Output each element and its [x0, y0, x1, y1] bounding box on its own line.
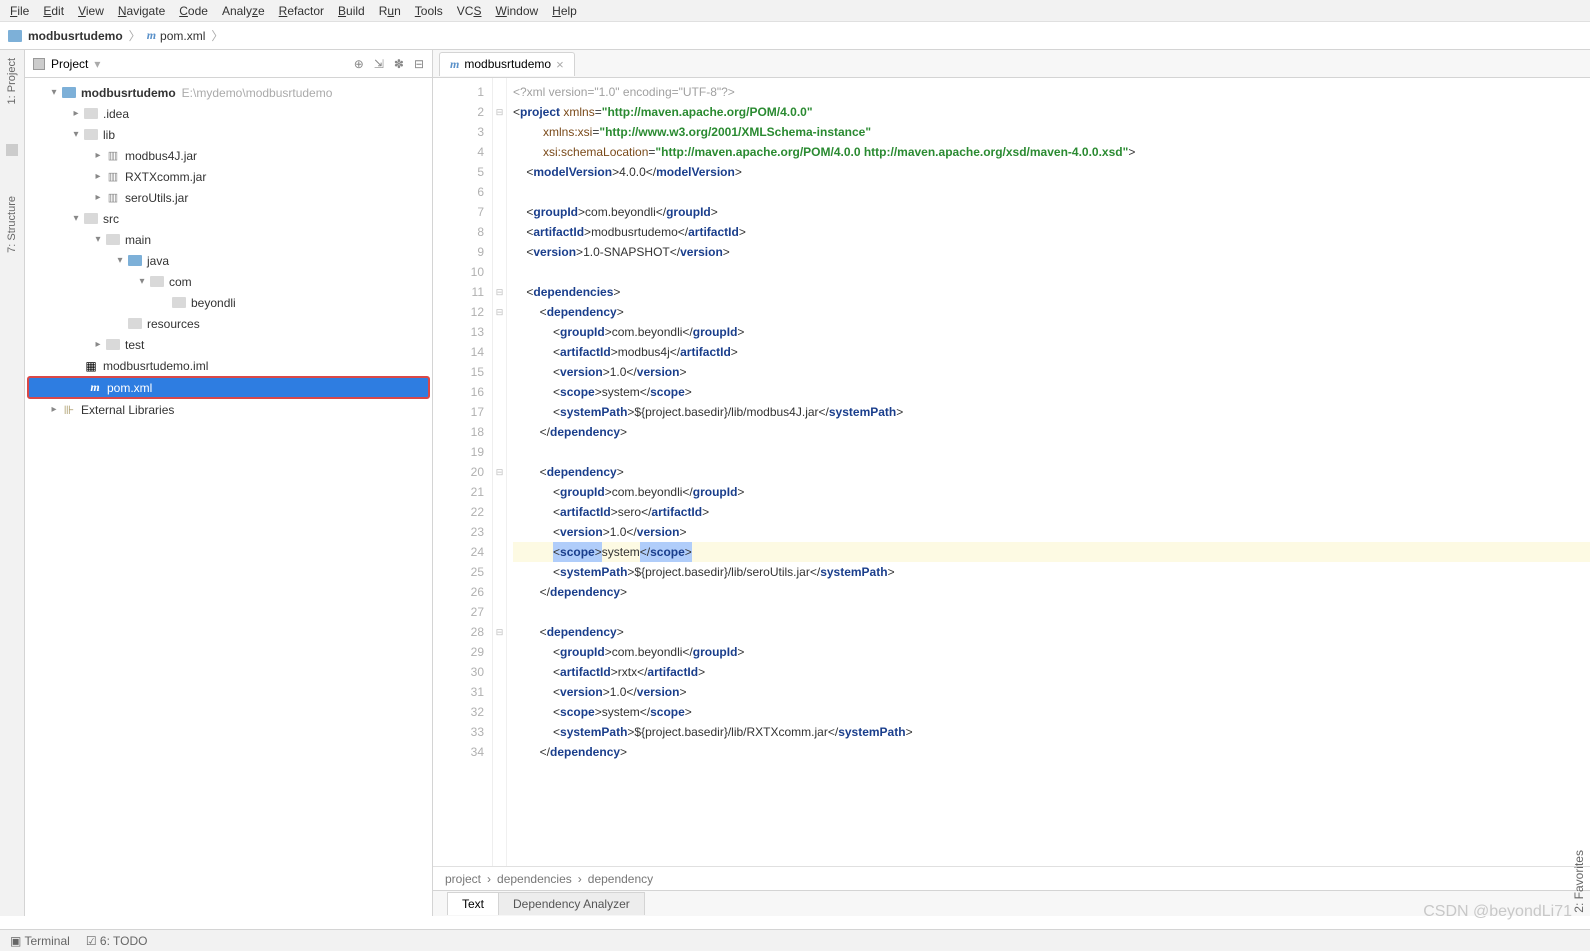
menu-tools[interactable]: Tools	[415, 4, 443, 18]
status-bar: ▣ Terminal ☑ 6: TODO	[0, 929, 1590, 951]
tool-project[interactable]: 1: Project	[6, 58, 18, 104]
tab-text[interactable]: Text	[447, 892, 499, 915]
gutter: 1234567891011121314151617181920212223242…	[433, 78, 493, 866]
tree-java[interactable]: ▾java	[25, 250, 432, 271]
nav-breadcrumb: modbusrtudemo 〉 m pom.xml 〉	[0, 22, 1590, 50]
code-area[interactable]: 1234567891011121314151617181920212223242…	[433, 78, 1590, 866]
tree-idea[interactable]: ▸.idea	[25, 103, 432, 124]
tree-resources[interactable]: resources	[25, 313, 432, 334]
menu-view[interactable]: View	[78, 4, 104, 18]
tree-jar2[interactable]: ▸▥RXTXcomm.jar	[25, 166, 432, 187]
fold-column[interactable]: ⊟⊟⊟⊟⊟	[493, 78, 507, 866]
crumb-file[interactable]: pom.xml	[160, 29, 205, 43]
bc-dependencies[interactable]: dependencies	[497, 872, 572, 886]
watermark: CSDN @beyondLi71	[1423, 903, 1572, 921]
tree-beyondli[interactable]: beyondli	[25, 292, 432, 313]
hide-icon[interactable]: ⊟	[414, 57, 424, 71]
menu-vcs[interactable]: VCS	[457, 4, 482, 18]
left-tool-strip: 1: Project 7: Structure	[0, 50, 25, 916]
editor-tabs: m modbusrtudemo ×	[433, 50, 1590, 78]
tab-label: modbusrtudemo	[464, 57, 551, 71]
status-todo[interactable]: ☑ 6: TODO	[86, 934, 148, 948]
menu-window[interactable]: Window	[495, 4, 538, 18]
tree-src[interactable]: ▾src	[25, 208, 432, 229]
tree-jar3[interactable]: ▸▥seroUtils.jar	[25, 187, 432, 208]
dropdown-icon[interactable]: ▾	[94, 57, 100, 71]
tree-root[interactable]: ▾modbusrtudemoE:\mydemo\modbusrtudemo	[25, 82, 432, 103]
menu-analyze[interactable]: Analyze	[222, 4, 265, 18]
menu-navigate[interactable]: Navigate	[118, 4, 165, 18]
settings-icon[interactable]: ✽	[394, 57, 404, 71]
bc-project[interactable]: project	[445, 872, 481, 886]
editor-tab-pom[interactable]: m modbusrtudemo ×	[439, 52, 575, 76]
tree-main[interactable]: ▾main	[25, 229, 432, 250]
maven-icon: m	[450, 57, 459, 72]
editor-bottom-tabs: Text Dependency Analyzer	[433, 890, 1590, 916]
menu-run[interactable]: Run	[379, 4, 401, 18]
crumb-project[interactable]: modbusrtudemo	[28, 29, 123, 43]
menu-edit[interactable]: Edit	[43, 4, 64, 18]
editor: m modbusrtudemo × 1234567891011121314151…	[433, 50, 1590, 916]
tree-test[interactable]: ▸test	[25, 334, 432, 355]
bc-dependency[interactable]: dependency	[588, 872, 653, 886]
tool-square-icon[interactable]	[6, 144, 18, 156]
collapse-icon[interactable]: ⇲	[374, 57, 384, 71]
project-icon	[33, 58, 45, 70]
menu-bar: File Edit View Navigate Code Analyze Ref…	[0, 0, 1590, 22]
crumb-sep: 〉	[129, 27, 141, 44]
tree-jar1[interactable]: ▸▥modbus4J.jar	[25, 145, 432, 166]
tree-lib[interactable]: ▾lib	[25, 124, 432, 145]
crumb-sep: 〉	[211, 27, 223, 44]
project-pane-header: Project ▾ ⊕ ⇲ ✽ ⊟	[25, 50, 432, 78]
menu-code[interactable]: Code	[179, 4, 208, 18]
tab-dependency-analyzer[interactable]: Dependency Analyzer	[498, 892, 645, 915]
target-icon[interactable]: ⊕	[354, 57, 364, 71]
editor-breadcrumb: project› dependencies› dependency	[433, 866, 1590, 890]
menu-refactor[interactable]: Refactor	[279, 4, 324, 18]
menu-build[interactable]: Build	[338, 4, 365, 18]
tool-structure[interactable]: 7: Structure	[6, 196, 18, 253]
project-tree: ▾modbusrtudemoE:\mydemo\modbusrtudemo ▸.…	[25, 78, 432, 916]
folder-icon	[8, 30, 22, 42]
status-terminal[interactable]: ▣ Terminal	[10, 934, 70, 948]
project-pane: Project ▾ ⊕ ⇲ ✽ ⊟ ▾modbusrtudemoE:\mydem…	[25, 50, 433, 916]
code-content[interactable]: <?xml version="1.0" encoding="UTF-8"?> <…	[507, 78, 1590, 866]
tree-com[interactable]: ▾com	[25, 271, 432, 292]
menu-file[interactable]: File	[10, 4, 29, 18]
tree-iml[interactable]: ▦modbusrtudemo.iml	[25, 355, 432, 376]
close-icon[interactable]: ×	[556, 57, 564, 72]
menu-help[interactable]: Help	[552, 4, 577, 18]
maven-icon: m	[147, 28, 156, 43]
tree-extlib[interactable]: ▸⊪External Libraries	[25, 399, 432, 420]
tree-pom[interactable]: mpom.xml	[27, 376, 430, 399]
project-pane-title: Project	[51, 57, 88, 71]
